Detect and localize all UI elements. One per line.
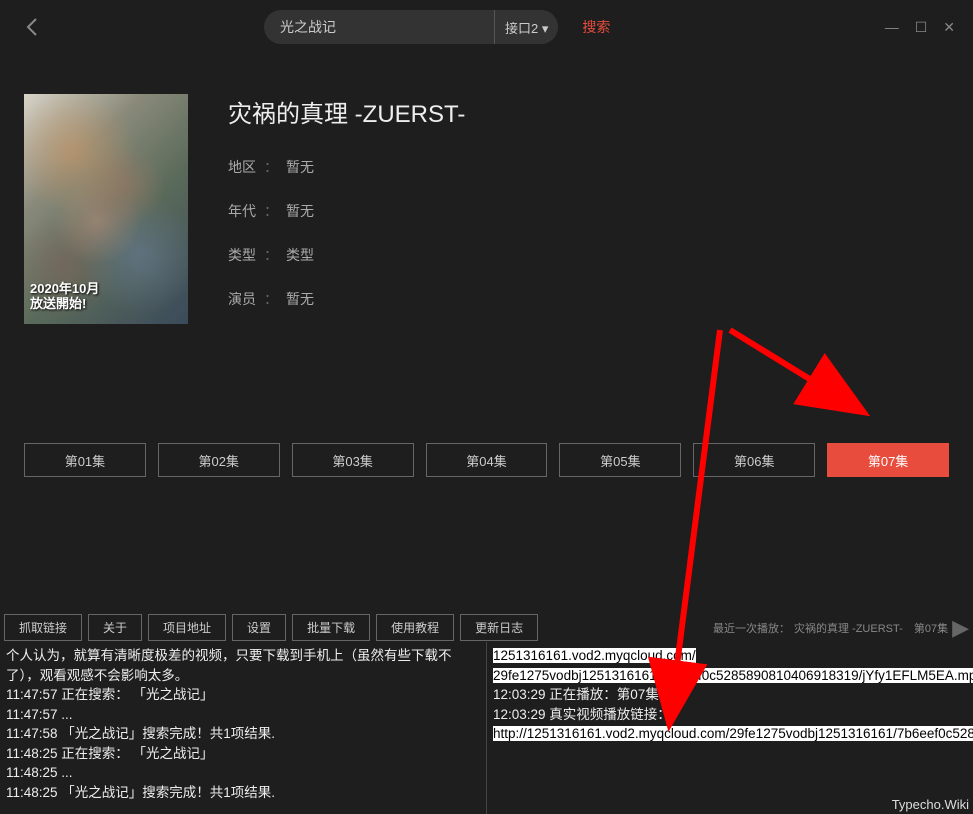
toolbar-button[interactable]: 更新日志 <box>460 614 538 641</box>
poster-image: 2020年10月 放送開始! <box>24 94 188 324</box>
log-line: 11:48:25 正在搜索： 「光之战记」 <box>6 744 480 764</box>
toolbar-button[interactable]: 设置 <box>232 614 286 641</box>
episode-button-7[interactable]: 第07集 <box>827 443 949 477</box>
log-line: 个人认为，就算有清晰度极差的视频，只要下载到手机上（虽然有些下载不了），观看观感… <box>6 646 480 685</box>
log-line: 11:47:58 「光之战记」搜索完成！共1项结果. <box>6 724 480 744</box>
meta-cast: 演员：暂无 <box>228 289 949 309</box>
episode-button-2[interactable]: 第02集 <box>158 443 280 477</box>
close-button[interactable]: ✕ <box>943 19 955 36</box>
watermark: Typecho.Wiki <box>892 797 969 812</box>
search-input[interactable] <box>264 19 494 35</box>
episode-button-3[interactable]: 第03集 <box>292 443 414 477</box>
toolbar-button[interactable]: 使用教程 <box>376 614 454 641</box>
search-bar: 接口2 ▾ <box>264 10 558 44</box>
log-right-panel: 1251316161.vod2.myqcloud.com/ 29fe1275vo… <box>487 642 973 814</box>
meta-type: 类型：类型 <box>228 245 949 265</box>
episode-button-4[interactable]: 第04集 <box>426 443 548 477</box>
meta-year: 年代：暂无 <box>228 201 949 221</box>
poster-badge: 2020年10月 放送開始! <box>30 281 99 312</box>
back-button[interactable] <box>20 15 44 39</box>
meta-region: 地区：暂无 <box>228 157 949 177</box>
log-line: 11:47:57 正在搜索： 「光之战记」 <box>6 685 480 705</box>
interface-select[interactable]: 接口2 ▾ <box>494 10 558 44</box>
episode-button-5[interactable]: 第05集 <box>559 443 681 477</box>
maximize-button[interactable]: ☐ <box>915 19 928 36</box>
log-line: 11:48:25 ... <box>6 763 480 783</box>
episode-list: 第01集第02集第03集第04集第05集第06集第07集 <box>24 443 949 477</box>
toolbar-button[interactable]: 关于 <box>88 614 142 641</box>
toolbar-button[interactable]: 抓取链接 <box>4 614 82 641</box>
search-button[interactable]: 搜索 <box>560 10 632 44</box>
toolbar-button[interactable]: 项目地址 <box>148 614 226 641</box>
episode-button-1[interactable]: 第01集 <box>24 443 146 477</box>
minimize-button[interactable]: — <box>885 19 899 36</box>
last-play-info: 最近一次播放： 灾祸的真理 -ZUERST- 第07集 ▶ <box>713 615 969 641</box>
media-title: 灾祸的真理 -ZUERST- <box>228 94 949 129</box>
play-icon[interactable]: ▶ <box>952 615 969 641</box>
log-line: 11:47:57 ... <box>6 705 480 725</box>
episode-button-6[interactable]: 第06集 <box>693 443 815 477</box>
toolbar-button[interactable]: 批量下载 <box>292 614 370 641</box>
log-left-panel: 个人认为，就算有清晰度极差的视频，只要下载到手机上（虽然有些下载不了），观看观感… <box>0 642 487 814</box>
log-line: 11:48:25 「光之战记」搜索完成！共1项结果. <box>6 783 480 803</box>
